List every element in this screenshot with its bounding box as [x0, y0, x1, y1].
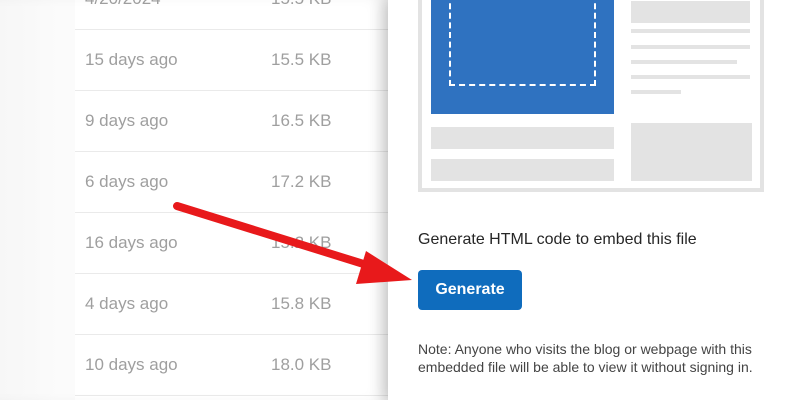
embed-preview-illustration	[418, 0, 764, 192]
generate-button[interactable]: Generate	[418, 270, 522, 310]
preview-text-line	[631, 90, 681, 94]
modal-backdrop	[0, 0, 388, 400]
preview-side-image	[631, 123, 752, 181]
file-list: 4/20/2024 15.5 KB 15 days ago 15.5 KB 9 …	[0, 0, 388, 400]
preview-text-line	[631, 75, 750, 79]
preview-text-line	[631, 29, 750, 33]
preview-title-block	[631, 1, 750, 23]
preview-caption-block	[431, 127, 614, 149]
embed-frame-outline	[449, 0, 596, 86]
preview-image-placeholder	[431, 0, 614, 114]
preview-text-line	[631, 45, 750, 49]
embed-description: Generate HTML code to embed this file	[418, 231, 697, 248]
embed-panel: Generate HTML code to embed this file Ge…	[388, 0, 800, 400]
preview-caption-block	[431, 159, 614, 181]
embed-note: Note: Anyone who visits the blog or webp…	[418, 341, 753, 375]
preview-text-line	[631, 60, 737, 64]
